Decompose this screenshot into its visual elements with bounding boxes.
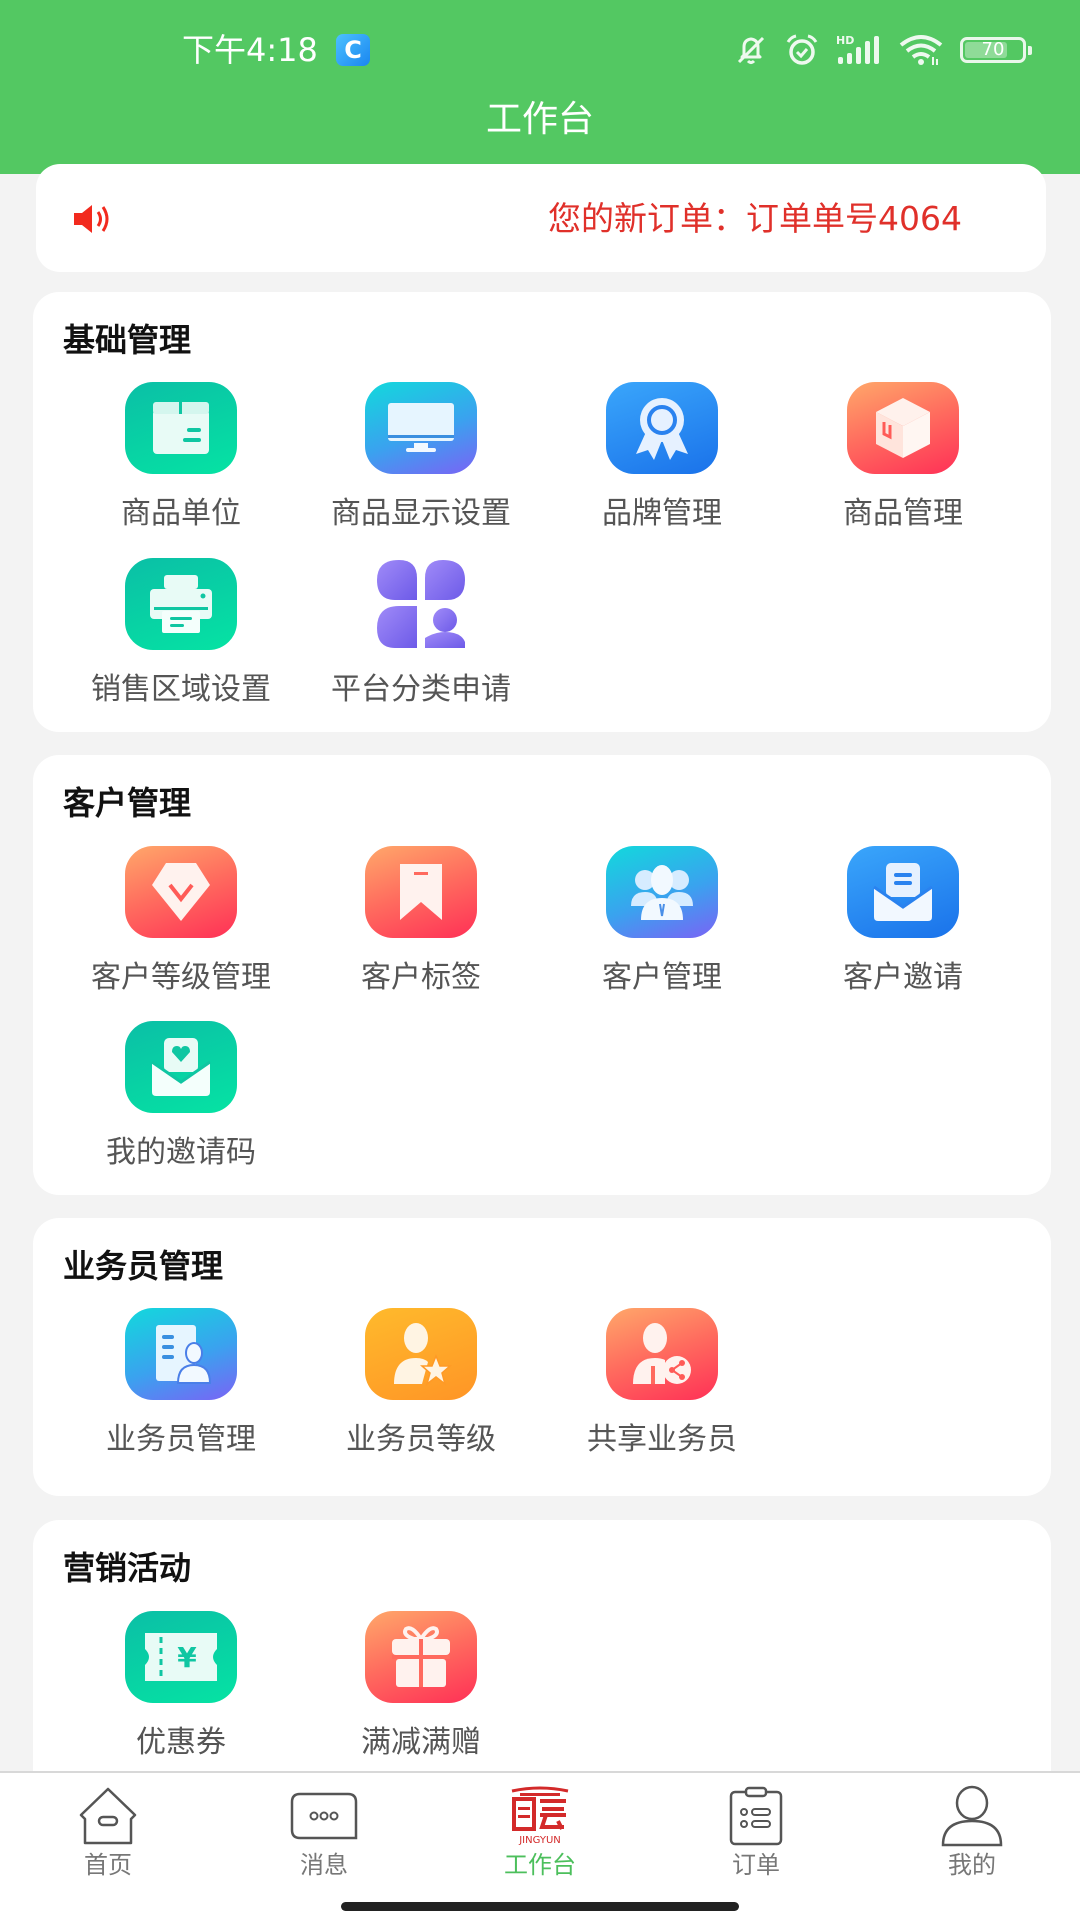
message-icon: [290, 1785, 358, 1847]
menu-item-brand-management[interactable]: 品牌管理: [542, 382, 782, 534]
tab-workbench[interactable]: JINGYUN 工作台: [432, 1773, 648, 1893]
status-time: 下午4:18: [182, 31, 318, 69]
section-title: 业务员管理: [63, 1247, 224, 1285]
profile-icon: [938, 1785, 1006, 1847]
notice-text: 您的新订单：订单单号4064: [548, 199, 962, 238]
menu-item-label: 我的邀请码: [106, 1135, 256, 1170]
section-customer-management: 客户管理 客户等级管理 客户标签 客户管理 客户邀请 我的邀请码: [33, 755, 1051, 1195]
menu-item-label: 优惠券: [136, 1725, 226, 1760]
svg-text:HD: HD: [836, 34, 854, 47]
app-notification-badge-icon: C: [336, 34, 370, 66]
order-notice-bar[interactable]: 您的新订单：订单单号4064: [36, 164, 1046, 272]
menu-item-label: 客户管理: [602, 960, 722, 995]
menu-item-sales-region-settings[interactable]: 销售区域设置: [61, 558, 301, 710]
tab-label: 首页: [84, 1851, 132, 1879]
bottom-tab-bar: 首页 消息 JINGYUN 工作台 订单 我的: [0, 1771, 1080, 1920]
gift-icon: [365, 1611, 477, 1703]
battery-cap: [1028, 46, 1032, 55]
battery-icon: 70: [960, 37, 1032, 63]
menu-item-customer-management[interactable]: 客户管理: [542, 846, 782, 998]
menu-item-customer-invite[interactable]: 客户邀请: [783, 846, 1023, 998]
tab-home[interactable]: 首页: [0, 1773, 216, 1893]
menu-item-label: 满减满赠: [361, 1725, 481, 1760]
tab-label: 消息: [300, 1851, 348, 1879]
section-basic-management: 基础管理 商品单位 商品显示设置 品牌管理 商品管理 销售区域设置 平台分类申请: [33, 292, 1051, 732]
menu-item-label: 业务员管理: [106, 1422, 256, 1457]
menu-item-customer-grade[interactable]: 客户等级管理: [61, 846, 301, 998]
coupon-icon: ¥: [125, 1611, 237, 1703]
menu-item-product-unit[interactable]: 商品单位: [61, 382, 301, 534]
speaker-icon: [72, 202, 116, 240]
invite-envelope-icon: [847, 846, 959, 938]
home-indicator[interactable]: [341, 1902, 739, 1911]
svg-text:¥: ¥: [177, 1641, 197, 1674]
menu-item-label: 共享业务员: [587, 1422, 737, 1457]
monitor-icon: [365, 382, 477, 474]
award-ribbon-icon: [606, 382, 718, 474]
menu-item-product-display-settings[interactable]: 商品显示设置: [301, 382, 541, 534]
order-clipboard-icon: [722, 1785, 790, 1847]
heart-envelope-icon: [125, 1021, 237, 1113]
hd-signal-icon: HD: [836, 33, 882, 67]
tab-messages[interactable]: 消息: [216, 1773, 432, 1893]
tab-label: 工作台: [504, 1851, 576, 1879]
tab-label: 我的: [948, 1851, 996, 1879]
page-title: 工作台: [485, 99, 594, 140]
tab-orders[interactable]: 订单: [648, 1773, 864, 1893]
wifi-icon: [898, 33, 944, 67]
menu-item-label: 平台分类申请: [331, 672, 511, 707]
section-marketing-activities: 营销活动 ¥ 优惠券 满减满赠: [33, 1520, 1051, 1800]
staff-document-icon: [125, 1308, 237, 1400]
section-title: 基础管理: [63, 321, 192, 359]
battery-level: 70: [981, 39, 1005, 60]
menu-item-label: 商品单位: [121, 496, 241, 531]
menu-item-label: 商品管理: [843, 496, 963, 531]
printer-icon: [125, 558, 237, 650]
menu-item-label: 业务员等级: [346, 1422, 496, 1457]
menu-item-coupon[interactable]: ¥ 优惠券: [61, 1611, 301, 1763]
package-box-icon: [125, 382, 237, 474]
customer-group-icon: [606, 846, 718, 938]
staff-star-icon: [365, 1308, 477, 1400]
menu-item-label: 品牌管理: [602, 496, 722, 531]
menu-item-label: 客户邀请: [843, 960, 963, 995]
staff-share-icon: [606, 1308, 718, 1400]
bell-off-icon: [734, 33, 768, 67]
section-title: 营销活动: [63, 1549, 192, 1587]
diamond-grade-icon: [125, 846, 237, 938]
menu-item-platform-category-apply[interactable]: 平台分类申请: [301, 558, 541, 710]
menu-item-salesman-management[interactable]: 业务员管理: [61, 1308, 301, 1460]
app-header: 下午4:18 C HD 70 工作台: [0, 0, 1080, 174]
tab-profile[interactable]: 我的: [864, 1773, 1080, 1893]
svg-text:JINGYUN: JINGYUN: [518, 1835, 561, 1846]
bookmark-tag-icon: [365, 846, 477, 938]
category-apply-icon: [365, 558, 477, 650]
menu-item-shared-salesman[interactable]: 共享业务员: [542, 1308, 782, 1460]
menu-item-my-invite-code[interactable]: 我的邀请码: [61, 1021, 301, 1173]
menu-item-label: 客户标签: [361, 960, 481, 995]
tab-label: 订单: [732, 1851, 780, 1879]
section-salesman-management: 业务员管理 业务员管理 业务员等级 共享业务员: [33, 1218, 1051, 1496]
cube-icon: [847, 382, 959, 474]
section-title: 客户管理: [63, 784, 192, 822]
menu-item-discount-gift[interactable]: 满减满赠: [301, 1611, 541, 1763]
status-icons: HD 70: [734, 30, 1032, 70]
menu-item-product-management[interactable]: 商品管理: [783, 382, 1023, 534]
menu-item-label: 客户等级管理: [91, 960, 271, 995]
menu-item-salesman-grade[interactable]: 业务员等级: [301, 1308, 541, 1460]
home-icon: [74, 1785, 142, 1847]
menu-item-customer-tags[interactable]: 客户标签: [301, 846, 541, 998]
menu-item-label: 商品显示设置: [331, 496, 511, 531]
jingyun-logo-icon: JINGYUN: [506, 1785, 574, 1847]
notice-marquee: 您的新订单：订单单号4064: [548, 194, 1050, 244]
alarm-icon: [784, 33, 820, 67]
menu-item-label: 销售区域设置: [91, 672, 271, 707]
